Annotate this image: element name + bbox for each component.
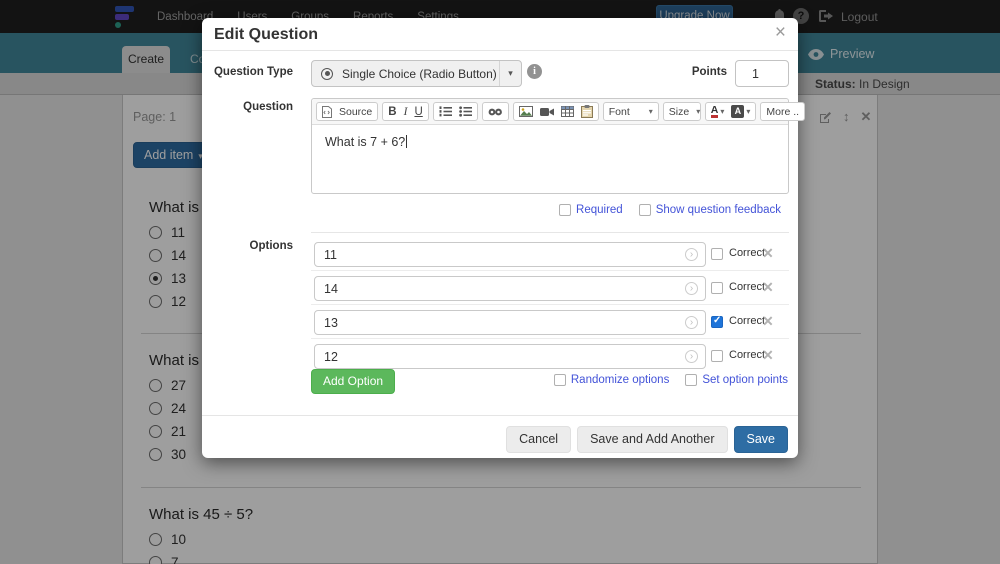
option-row-2: › Correct ✕ (202, 276, 798, 301)
radio-type-icon (321, 67, 333, 80)
randomize-checkbox[interactable] (553, 374, 566, 386)
question-flags-row: Required Show question feedback (202, 204, 781, 216)
italic-button[interactable]: I (404, 106, 408, 118)
delete-option-icon[interactable]: ✕ (762, 245, 774, 262)
option-settings-row: Randomize options Set option points (202, 374, 788, 386)
option-type-icon[interactable]: › (685, 350, 698, 363)
text-color-icon: A (710, 104, 719, 118)
set-option-points-item[interactable]: Set option points (685, 374, 788, 386)
color-group: A ▾ A ▾ (704, 102, 757, 121)
chevron-down-icon: ▾ (696, 107, 701, 116)
question-editor-text: What is 7 + 6? (325, 135, 406, 149)
points-input[interactable] (735, 60, 789, 87)
question-label: Question (243, 101, 293, 113)
required-label: Required (576, 204, 623, 216)
set-option-points-checkbox[interactable] (685, 374, 698, 386)
save-button[interactable]: Save (733, 425, 788, 453)
question-type-label: Question Type (213, 66, 293, 78)
options-divider (311, 232, 789, 233)
randomize-checkbox-item[interactable]: Randomize options (553, 374, 670, 386)
correct-checkbox[interactable] (711, 248, 723, 260)
feedback-label: Show question feedback (655, 204, 781, 216)
required-checkbox[interactable] (559, 204, 572, 216)
text-cursor (406, 135, 408, 148)
editor-toolbar: Source B I U Font ▾ Size ▾ A ▾ A ▾ More … (312, 99, 806, 125)
option-type-icon[interactable]: › (685, 316, 698, 329)
source-button[interactable]: Source (316, 102, 379, 121)
correct-label: Correct (729, 247, 766, 259)
delete-option-icon[interactable]: ✕ (762, 347, 774, 364)
text-color-button[interactable]: A ▾ (710, 104, 725, 118)
size-dropdown[interactable]: Size ▾ (662, 102, 701, 121)
correct-checkbox[interactable] (711, 282, 723, 294)
question-type-value: Single Choice (Radio Button) (342, 66, 497, 81)
cancel-button[interactable]: Cancel (506, 425, 572, 453)
modal-header: Edit Question × (202, 18, 798, 51)
option-type-icon[interactable]: › (685, 282, 698, 295)
chevron-down-icon: ▾ (648, 107, 653, 116)
underline-button[interactable]: U (414, 106, 422, 118)
option-input[interactable] (314, 310, 706, 335)
required-checkbox-item[interactable]: Required (559, 204, 623, 216)
background-color-button[interactable]: A ▾ (731, 105, 750, 118)
option-input[interactable] (314, 276, 706, 301)
randomize-label: Randomize options (570, 374, 670, 386)
option-separator (311, 270, 789, 271)
modal-title: Edit Question (214, 26, 318, 43)
delete-option-icon[interactable]: ✕ (762, 279, 774, 296)
list-group (432, 102, 478, 121)
correct-label: Correct (729, 281, 766, 293)
option-separator (311, 304, 789, 305)
background-color-icon: A (731, 105, 745, 118)
link-group (481, 102, 509, 121)
correct-label: Correct (729, 349, 766, 361)
table-icon[interactable] (560, 106, 574, 117)
rich-text-editor: Source B I U Font ▾ Size ▾ A ▾ A ▾ More … (311, 98, 806, 194)
image-icon[interactable] (518, 106, 533, 117)
edit-question-modal: Edit Question × Question Type Single Cho… (202, 18, 806, 458)
correct-checkbox[interactable] (711, 315, 723, 328)
bullet-list-icon[interactable] (458, 106, 472, 117)
ordered-list-icon[interactable] (439, 106, 452, 117)
correct-label: Correct (729, 315, 766, 327)
chevron-down-icon: ▾ (720, 107, 725, 116)
font-dropdown[interactable]: Font ▾ (602, 102, 659, 121)
source-icon (322, 105, 332, 118)
more-button[interactable]: More .. (760, 102, 806, 121)
option-input[interactable] (314, 242, 706, 267)
option-input[interactable] (314, 344, 706, 369)
question-text-editor[interactable]: What is 7 + 6? (312, 125, 788, 159)
text-style-group: B I U (382, 102, 429, 121)
close-icon[interactable]: × (775, 23, 786, 43)
bold-button[interactable]: B (388, 106, 396, 118)
video-icon[interactable] (539, 107, 554, 117)
set-option-points-label: Set option points (702, 374, 788, 386)
link-icon[interactable] (488, 108, 503, 116)
option-row-1: › Correct ✕ (202, 242, 798, 267)
question-type-select[interactable]: Single Choice (Radio Button) ▾ (311, 60, 522, 87)
option-separator (311, 338, 789, 339)
modal-footer: Cancel Save and Add Another Save (202, 415, 798, 458)
option-type-icon[interactable]: › (685, 248, 698, 261)
delete-option-icon[interactable]: ✕ (762, 313, 774, 330)
feedback-checkbox-item[interactable]: Show question feedback (638, 204, 781, 216)
feedback-checkbox[interactable] (638, 204, 651, 216)
chevron-down-icon[interactable]: ▾ (499, 61, 521, 86)
points-label: Points (691, 66, 727, 78)
option-row-4: › Correct ✕ (202, 344, 798, 369)
option-row-3: › Correct ✕ (202, 310, 798, 335)
correct-checkbox[interactable] (711, 350, 723, 362)
save-and-add-another-button[interactable]: Save and Add Another (577, 425, 728, 453)
app-screen: Dashboard Users Groups Reports Settings … (0, 0, 1000, 564)
info-icon[interactable]: i (527, 64, 542, 79)
paste-icon[interactable] (580, 105, 593, 118)
chevron-down-icon: ▾ (746, 107, 751, 116)
media-group (512, 102, 599, 121)
